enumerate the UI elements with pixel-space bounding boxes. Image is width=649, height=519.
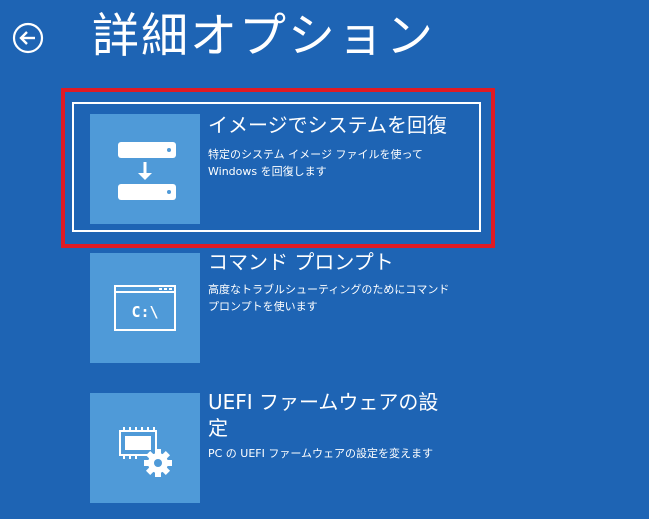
page-title: 詳細オプション: [92, 9, 435, 64]
uefi-firmware-settings-icon: [119, 427, 172, 477]
option-description-line: PC の UEFI ファームウェアの設定を変えます: [208, 447, 434, 460]
option-system-image-recovery[interactable]: イメージでシステムを回復 特定のシステム イメージ ファイルを使って Windo…: [90, 104, 485, 230]
option-tile: C:\: [90, 253, 200, 363]
option-description-line: プロンプトを使います: [208, 300, 318, 313]
option-tile: [90, 114, 200, 224]
option-uefi-firmware-settings[interactable]: UEFI ファームウェアの設 定 PC の UEFI ファームウェアの設定を変え…: [90, 390, 485, 505]
option-title: UEFI ファームウェアの設 定: [208, 389, 438, 441]
back-arrow-circle-icon: [12, 22, 44, 54]
option-title: イメージでシステムを回復: [208, 113, 447, 137]
command-prompt-icon: C:\: [114, 285, 176, 331]
command-prompt-icon-text: C:\: [131, 303, 158, 321]
option-description: PC の UEFI ファームウェアの設定を変えます: [208, 445, 433, 462]
option-title: コマンド プロンプト: [208, 250, 394, 274]
option-description-line: 高度なトラブルシューティングのためにコマンド: [208, 283, 450, 296]
option-tile: [90, 393, 200, 503]
option-description: 高度なトラブルシューティングのためにコマンド プロンプトを使います: [208, 281, 449, 315]
option-description-line: 特定のシステム イメージ ファイルを使って: [208, 148, 423, 161]
option-title-line: UEFI ファームウェアの設: [208, 390, 439, 414]
option-description-line: Windows を回復します: [208, 165, 327, 178]
option-title-line: 定: [208, 416, 228, 440]
back-button[interactable]: [12, 22, 44, 54]
system-image-restore-icon: [118, 142, 176, 200]
option-command-prompt[interactable]: C:\ コマンド プロンプト 高度なトラブルシューティングのためにコマンド プロ…: [90, 250, 485, 365]
option-description: 特定のシステム イメージ ファイルを使って Windows を回復します: [208, 146, 423, 180]
